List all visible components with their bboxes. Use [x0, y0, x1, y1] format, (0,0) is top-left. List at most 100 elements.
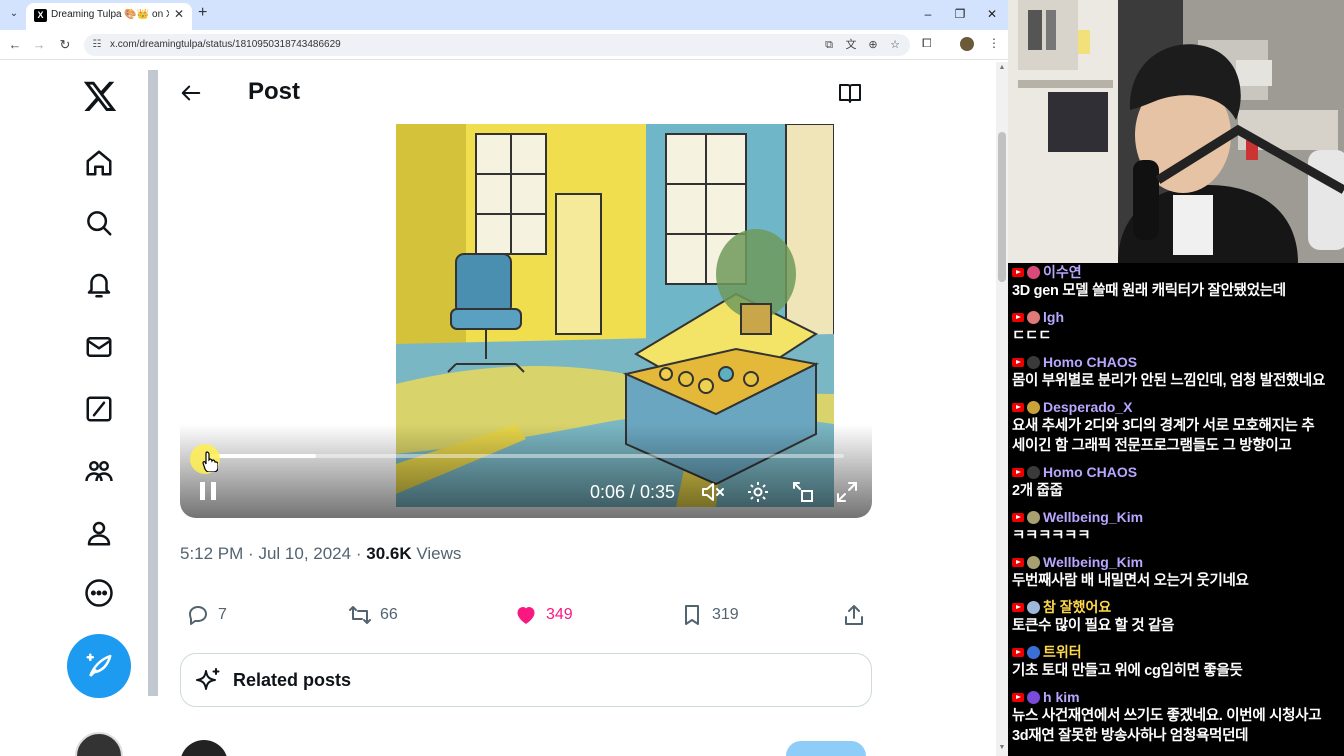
bookmark-button[interactable]: 319	[680, 600, 739, 630]
page-scrollbar[interactable]: ▲ ▼	[996, 62, 1008, 756]
back-arrow-icon[interactable]	[180, 82, 202, 104]
reload-icon[interactable]: ↻	[56, 36, 74, 54]
chat-text: 두번째사람 배 내밀면서 오는거 웃기네요	[1012, 573, 1249, 589]
chat-avatar	[1027, 600, 1040, 614]
bookmark-star-icon[interactable]: ☆	[888, 37, 902, 53]
youtube-icon	[1012, 267, 1024, 277]
pause-icon[interactable]	[198, 480, 218, 502]
video-time: 0:06 / 0:35	[590, 482, 676, 502]
related-posts-card[interactable]: Related posts	[180, 653, 872, 707]
tab-close-icon[interactable]: ✕	[174, 7, 184, 21]
x-sidebar	[60, 62, 140, 756]
tab-strip: ⌄ X Dreaming Tulpa 🎨👑 on X: " ✕ + – ❐ ✕	[0, 0, 1008, 30]
chat-text: 3D gen 모델 쓸때 원래 캐릭터가 잘안됐었는데	[1012, 283, 1286, 299]
chat-username: Wellbeing_Kim	[1043, 554, 1144, 570]
related-posts-label: Related posts	[233, 670, 352, 690]
scroll-up-icon[interactable]: ▲	[996, 64, 1008, 71]
more-icon[interactable]	[84, 578, 114, 608]
fullscreen-icon[interactable]	[834, 480, 860, 504]
repost-button[interactable]: 66	[348, 600, 398, 630]
x-favicon-icon: X	[34, 9, 47, 22]
profile-avatar-icon[interactable]	[960, 37, 974, 51]
install-app-icon[interactable]: ⧉	[822, 37, 836, 53]
browser-toolbar: ← → ↻ ☷ x.com/dreamingtulpa/status/18109…	[0, 30, 1008, 60]
youtube-icon	[1012, 467, 1024, 477]
account-avatar[interactable]	[75, 732, 123, 756]
chat-text: ㅋㅋㅋㅋㅋㅋ	[1012, 528, 1091, 544]
back-icon[interactable]: ←	[6, 36, 24, 54]
follow-button[interactable]	[786, 741, 866, 756]
video-progress-bar[interactable]	[208, 454, 844, 458]
like-count: 349	[546, 606, 573, 623]
video-player[interactable]: 0:06 / 0:35	[180, 124, 872, 518]
scrollbar-thumb[interactable]	[998, 132, 1006, 282]
sparkle-icon	[196, 668, 220, 690]
forward-icon[interactable]: →	[30, 36, 48, 54]
x-logo-icon[interactable]	[82, 78, 118, 114]
share-icon	[845, 605, 863, 625]
grok-icon[interactable]	[84, 394, 114, 424]
chat-avatar	[1027, 555, 1040, 569]
tab-title: Dreaming Tulpa 🎨👑 on X: "	[51, 9, 169, 20]
profile-icon[interactable]	[84, 518, 114, 548]
post-actions: 7 66 349 319	[180, 600, 872, 630]
like-button[interactable]: 349	[514, 600, 573, 630]
restore-button[interactable]: ❐	[944, 0, 976, 30]
close-window-button[interactable]: ✕	[976, 0, 1008, 30]
new-tab-icon[interactable]: +	[198, 4, 207, 22]
chat-message: h kim 뉴스 사건재연에서 쓰기도 좋겠네요. 이번에 시청사고 3d재연 …	[1012, 688, 1344, 746]
chat-message: Desperado_X 요새 추세가 2디와 3디의 경계가 서로 모호해지는 …	[1012, 398, 1344, 456]
views-label: Views	[416, 544, 462, 563]
post-time[interactable]: 5:12 PM	[180, 544, 243, 563]
post-date[interactable]: Jul 10, 2024	[258, 544, 351, 563]
chat-text: 2개 줍줍	[1012, 483, 1063, 499]
chat-message: 참 잘했어요 토큰수 많이 필요 할 것 같음	[1012, 598, 1344, 636]
browser-menu-icon[interactable]: ⋮	[988, 36, 1000, 50]
chat-avatar	[1027, 645, 1040, 659]
address-bar[interactable]: ☷ x.com/dreamingtulpa/status/18109503187…	[84, 34, 910, 56]
scroll-down-icon[interactable]: ▼	[996, 744, 1008, 751]
search-icon[interactable]	[84, 208, 114, 238]
mute-icon[interactable]	[700, 480, 726, 504]
settings-gear-icon[interactable]	[745, 480, 771, 504]
youtube-icon	[1012, 402, 1024, 412]
youtube-icon	[1012, 602, 1024, 612]
site-info-icon[interactable]: ☷	[90, 38, 104, 52]
picture-in-picture-icon[interactable]	[790, 480, 816, 504]
compose-post-button[interactable]	[67, 634, 131, 698]
bell-icon[interactable]	[84, 270, 114, 300]
chat-message: lgh ㄷㄷㄷ	[1012, 308, 1344, 346]
translate-icon[interactable]: 文	[844, 37, 858, 53]
youtube-icon	[1012, 312, 1024, 322]
minimize-button[interactable]: –	[912, 0, 944, 30]
sidebar-scrollbar[interactable]	[148, 70, 158, 696]
post-header: Post	[160, 62, 880, 124]
chat-avatar	[1027, 265, 1040, 279]
chat-text: 토큰수 많이 필요 할 것 같음	[1012, 618, 1175, 634]
chat-username: Homo CHAOS	[1043, 464, 1138, 480]
chat-message: 트위터 기초 토대 만들고 위에 cg입히면 좋을듯	[1012, 643, 1344, 681]
chat-text: 뉴스 사건재연에서 쓰기도 좋겠네요. 이번에 시청사고	[1012, 708, 1322, 724]
zoom-icon[interactable]: ⊕	[866, 37, 880, 53]
chat-text-continued: 3d재연 잘못한 방송사하나 엄청욕먹던데	[1012, 728, 1249, 744]
reply-icon	[189, 606, 207, 625]
communities-icon[interactable]	[84, 456, 114, 486]
mail-icon[interactable]	[84, 332, 114, 362]
chat-message: Wellbeing_Kim ㅋㅋㅋㅋㅋㅋ	[1012, 508, 1344, 546]
meta-separator: ·	[355, 544, 362, 563]
home-icon[interactable]	[84, 148, 114, 178]
reply-count: 7	[218, 606, 227, 623]
youtube-icon	[1012, 647, 1024, 657]
reader-mode-icon[interactable]	[838, 82, 862, 104]
share-button[interactable]	[842, 600, 866, 630]
reply-button[interactable]: 7	[186, 600, 227, 630]
browser-tab[interactable]: X Dreaming Tulpa 🎨👑 on X: " ✕	[26, 3, 192, 30]
extensions-icon[interactable]: ⧠	[922, 36, 932, 51]
youtube-icon	[1012, 357, 1024, 367]
meta-separator: ·	[248, 544, 254, 563]
chat-message: Homo CHAOS 몸이 부위별로 분리가 안된 느낌인데, 엄청 발전했네요	[1012, 353, 1344, 391]
chat-text: 기초 토대 만들고 위에 cg입히면 좋을듯	[1012, 663, 1243, 679]
tab-search-icon[interactable]: ⌄	[6, 6, 22, 22]
next-post-avatar[interactable]	[180, 740, 228, 756]
url-text[interactable]: x.com/dreamingtulpa/status/1810950318743…	[110, 39, 341, 50]
